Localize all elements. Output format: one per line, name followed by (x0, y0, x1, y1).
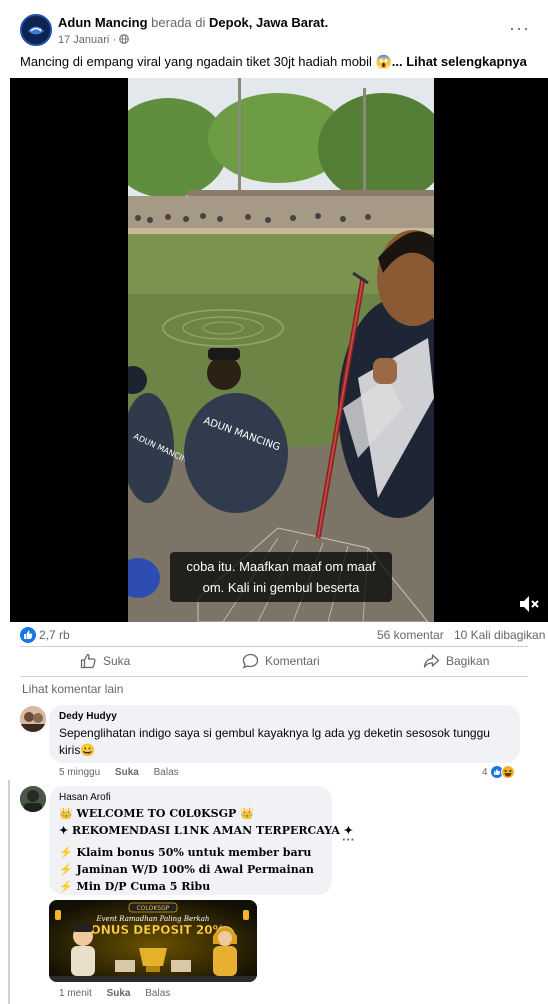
spam-line-2: ✦ REKOMENDASI L1NK AMAN TERPERCAYA ✦ (59, 824, 353, 837)
like-reaction-icon[interactable] (20, 627, 36, 643)
volume-muted-icon[interactable] (518, 594, 540, 614)
thumbs-up-icon (24, 630, 33, 639)
comment-options-button[interactable]: ··· (342, 832, 355, 847)
spam-line-5: ⚡ Min D/P Cuma 5 Ribu (59, 880, 211, 893)
commenter-name-2[interactable]: Hasan Arofi (59, 792, 322, 803)
actions-divider (20, 676, 528, 677)
reactions-count: 4 (482, 766, 488, 778)
comment-label: Komentari (265, 654, 320, 668)
post-caption: Mancing di empang viral yang ngadain tik… (20, 54, 527, 70)
likes-count[interactable]: 2,7 rb (39, 628, 70, 642)
video-scene: ADUN MANCING ADUN MANCING (128, 78, 434, 622)
avatar-photo (20, 706, 46, 732)
post-actions: Suka Komentari Bagikan (20, 648, 528, 674)
post-meta: 17 Januari · (58, 34, 129, 46)
share-label: Bagikan (446, 654, 490, 668)
video-subtitle: coba itu. Maafkan maaf om maaf om. Kali … (170, 552, 392, 602)
caption-text: Mancing di empang viral yang ngadain tik… (20, 54, 392, 69)
location-prefix: berada di (151, 15, 206, 30)
comment-meta-2: 1 menit Suka Balas (59, 988, 182, 999)
comment-thread-line (8, 780, 10, 1004)
spam-line-1: 👑 WELCOME TO C0L0KSGP 👑 (59, 807, 254, 820)
post-author-line: Adun Mancing berada di Depok, Jawa Barat… (58, 15, 328, 30)
comment-like-button-2[interactable]: Suka (107, 988, 131, 999)
commenter-name[interactable]: Dedy Hudyy (59, 711, 510, 722)
avatar-photo-2 (20, 786, 46, 812)
video-player[interactable]: ADUN MANCING ADUN MANCING coba itu. Maaf… (10, 78, 548, 622)
globe-icon (119, 34, 129, 44)
comment-reply-button-2[interactable]: Balas (145, 988, 170, 999)
comment-like-button[interactable]: Suka (115, 767, 139, 778)
promo-character-left (71, 924, 95, 976)
subtitle-line-1: coba itu. Maafkan maaf om maaf (186, 559, 376, 574)
like-outline-icon (80, 653, 96, 669)
like-button[interactable]: Suka (80, 648, 130, 674)
page-logo-icon (23, 17, 49, 43)
post-options-button[interactable]: ··· (509, 18, 530, 39)
view-more-comments[interactable]: Lihat komentar lain (22, 682, 123, 696)
share-icon (423, 654, 440, 668)
promo-image[interactable]: COLOKSGP Event Ramadhan Paling Berkah BO… (49, 900, 257, 982)
comment-text: Sepenglihatan indigo saya si gembul kaya… (59, 726, 490, 757)
comment-time[interactable]: 5 minggu (59, 767, 100, 778)
haha-icon (500, 765, 515, 779)
spam-comment-bubble: Hasan Arofi 👑 WELCOME TO C0L0KSGP 👑 ✦ RE… (49, 786, 353, 895)
promo-title-big: BONUS DEPOSIT 20% (81, 923, 224, 937)
post-header: Adun Mancing berada di Depok, Jawa Barat… (20, 14, 530, 48)
author-name[interactable]: Adun Mancing (58, 15, 148, 30)
comment-icon (242, 653, 259, 669)
commenter-avatar-2[interactable] (20, 786, 46, 812)
shares-count[interactable]: 10 Kali dibagikan (454, 628, 545, 642)
meta-separator: · (112, 34, 117, 46)
spam-line-4: ⚡ Jaminan W/D 100% di Awal Permainan (59, 863, 314, 876)
location-link[interactable]: Depok, Jawa Barat. (209, 15, 328, 30)
post-date[interactable]: 17 Januari (58, 34, 109, 46)
see-more-link[interactable]: ... Lihat selengkapnya (392, 54, 527, 69)
video-frame[interactable]: ADUN MANCING ADUN MANCING (128, 78, 434, 622)
commenter-avatar[interactable] (20, 706, 46, 732)
promo-logo: COLOKSGP (137, 905, 170, 912)
promo-character-right (213, 926, 237, 976)
comment-time-2[interactable]: 1 menit (59, 988, 92, 999)
page-avatar[interactable] (20, 14, 52, 46)
spam-line-3: ⚡ Klaim bonus 50% untuk member baru (59, 846, 312, 859)
post-card: Adun Mancing berada di Depok, Jawa Barat… (0, 0, 548, 1004)
comment-bubble: Dedy Hudyy Sepenglihatan indigo saya si … (49, 705, 520, 763)
comment-reply-button[interactable]: Balas (154, 767, 179, 778)
post-stats: 2,7 rb 56 komentar 10 Kali dibagikan (20, 627, 545, 645)
comments-count[interactable]: 56 komentar (377, 628, 444, 642)
comment-reactions[interactable]: 4 (482, 765, 515, 779)
promo-title-small: Event Ramadhan Paling Berkah (96, 915, 210, 923)
promo-graphic: COLOKSGP Event Ramadhan Paling Berkah BO… (49, 900, 257, 982)
share-button[interactable]: Bagikan (423, 648, 489, 674)
stats-divider (20, 646, 528, 647)
subtitle-line-2: om. Kali ini gembul beserta (202, 580, 360, 595)
like-label: Suka (103, 654, 131, 668)
comment-button[interactable]: Komentari (242, 648, 320, 674)
comment-meta: 5 minggu Suka Balas (59, 767, 191, 778)
